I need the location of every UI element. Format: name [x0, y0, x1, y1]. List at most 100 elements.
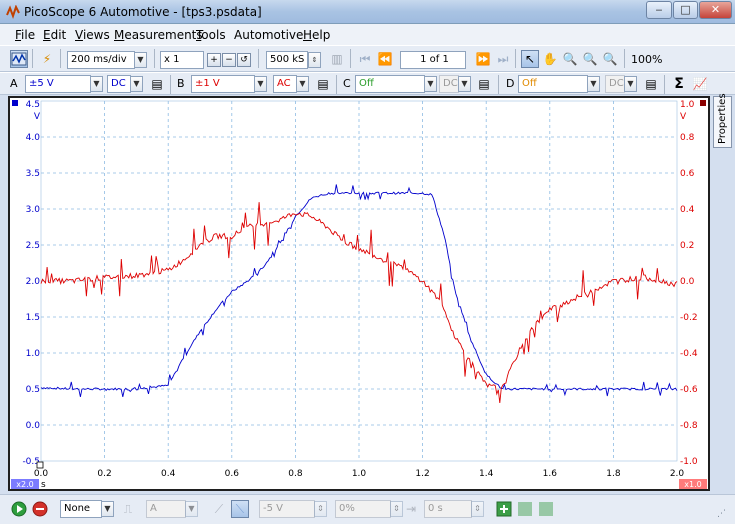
chevron-down-icon[interactable]: ▼	[130, 76, 143, 92]
first-buffer-icon[interactable]: ⏮	[356, 50, 374, 68]
menu-views[interactable]: Views	[75, 28, 110, 42]
left-axis-tick-label: 1.5	[26, 313, 40, 323]
chevron-down-icon[interactable]: ▼	[624, 76, 637, 92]
menu-tools[interactable]: Tools	[196, 28, 226, 42]
chevron-down-icon[interactable]: ▼	[134, 52, 147, 68]
zoom-minus-button[interactable]: −	[222, 53, 236, 67]
edit-measurement-icon[interactable]	[516, 500, 534, 518]
x-axis-tick-label: 1.4	[479, 469, 494, 479]
minimize-button[interactable]: ‒	[646, 1, 672, 19]
properties-tab[interactable]: Properties	[713, 93, 732, 148]
zoom-percent[interactable]: 100%	[631, 53, 662, 66]
zoom-out-icon[interactable]: 🔍	[601, 50, 619, 68]
delay-icon[interactable]: ⇥	[402, 500, 420, 518]
menu-file[interactable]: File	[15, 28, 35, 42]
delete-measurement-icon[interactable]	[537, 500, 555, 518]
channel-b-coupling[interactable]: AC	[273, 75, 297, 93]
resize-grip-icon[interactable]: ⋰	[717, 509, 726, 519]
right-axis-unit: V	[680, 112, 687, 122]
close-button[interactable]: ✕	[699, 1, 732, 19]
window-title: PicoScope 6 Automotive - [tps3.psdata]	[24, 5, 262, 19]
x-axis-tick-label: 0.0	[34, 469, 49, 479]
pointer-tool-icon[interactable]: ↖	[521, 50, 539, 68]
chevron-down-icon[interactable]: ▼	[458, 76, 471, 92]
title-bar: PicoScope 6 Automotive - [tps3.psdata] ‒…	[0, 0, 735, 24]
right-axis-tick-label: 0.0	[680, 277, 695, 287]
x-axis-tick-label: 0.8	[288, 469, 303, 479]
next-buffer-icon[interactable]: ⏩	[474, 50, 492, 68]
menu-measurements[interactable]: Measurements	[114, 28, 203, 42]
picoscope-logo-icon	[6, 5, 20, 19]
x-axis-tick-label: 1.2	[415, 469, 429, 479]
chevron-down-icon[interactable]: ▼	[254, 76, 267, 92]
math-channels-icon[interactable]: Σ	[670, 75, 688, 93]
channel-options-icon[interactable]: ▥	[328, 50, 346, 68]
chevron-down-icon[interactable]: ▼	[185, 501, 198, 517]
channel-a-coupling[interactable]: DC	[107, 75, 131, 93]
channel-b-range[interactable]: ±1 V	[191, 75, 255, 93]
x-axis-tick-label: 0.4	[161, 469, 176, 479]
trigger-mode-select[interactable]: None	[60, 500, 102, 518]
spinner-icon[interactable]: ⇕	[314, 501, 327, 517]
menu-automotive[interactable]: Automotive	[234, 28, 303, 42]
spinner-icon[interactable]: ⇕	[308, 52, 321, 68]
right-axis-tick-label: -0.2	[680, 313, 698, 323]
samples-field[interactable]: 500 kS	[266, 51, 308, 69]
channel-a-label: A	[10, 77, 18, 90]
delay-field[interactable]: 0 s	[424, 500, 472, 518]
channel-b-marker	[700, 100, 706, 106]
waveform-chart[interactable]: 4.5V4.03.53.02.52.01.51.00.50.0-0.5 1.0V…	[10, 98, 708, 489]
right-axis-tick-label: -1.0	[680, 457, 698, 467]
x-axis-tick-label: 1.8	[606, 469, 621, 479]
channel-c-options-icon[interactable]: ▤	[475, 75, 493, 93]
chevron-down-icon[interactable]: ▼	[424, 76, 437, 92]
trigger-threshold-field[interactable]: -5 V	[259, 500, 315, 518]
zoom-field[interactable]: x 1	[160, 51, 204, 69]
reference-waveform-icon[interactable]: 📈	[691, 75, 709, 93]
left-axis-tick-label: 3.5	[26, 169, 40, 179]
prev-buffer-icon[interactable]: ⏪	[376, 50, 394, 68]
x-axis-tick-label: 2.0	[670, 469, 685, 479]
spinner-icon[interactable]: ⇕	[471, 501, 484, 517]
last-buffer-icon[interactable]: ⏭	[494, 50, 512, 68]
channel-c-range[interactable]: Off	[355, 75, 425, 93]
stop-capture-icon[interactable]	[31, 500, 49, 518]
auto-setup-icon[interactable]: ⚡	[38, 50, 56, 68]
scope-mode-icon[interactable]	[10, 50, 28, 68]
left-axis-zoom-label: x2.0	[16, 480, 33, 489]
chevron-down-icon[interactable]: ▼	[296, 76, 309, 92]
chevron-down-icon[interactable]: ▼	[587, 76, 600, 92]
buffer-indicator[interactable]: 1 of 1	[400, 51, 466, 69]
channel-b-label: B	[177, 77, 185, 90]
channel-d-options-icon[interactable]: ▤	[642, 75, 660, 93]
channel-d-range[interactable]: Off	[518, 75, 588, 93]
zoom-plus-button[interactable]: +	[207, 53, 221, 67]
advanced-trigger-icon[interactable]: ⎍	[119, 500, 137, 518]
start-capture-icon[interactable]	[10, 500, 28, 518]
timebase-select[interactable]: 200 ms/div	[67, 51, 135, 69]
add-measurement-icon[interactable]	[495, 500, 513, 518]
menu-help[interactable]: Help	[303, 28, 330, 42]
zoom-region-icon[interactable]: 🔍	[561, 50, 579, 68]
zoom-reset-button[interactable]: ↺	[237, 53, 251, 67]
channel-b-options-icon[interactable]: ▤	[314, 75, 332, 93]
left-axis-tick-label: 2.0	[26, 277, 41, 287]
chevron-down-icon[interactable]: ▼	[101, 501, 114, 517]
channel-a-range[interactable]: ±5 V	[25, 75, 91, 93]
chevron-down-icon[interactable]: ▼	[90, 76, 103, 92]
channel-c-label: C	[343, 77, 351, 90]
left-axis-top-label: 4.5	[26, 100, 40, 110]
channel-a-options-icon[interactable]: ▤	[148, 75, 166, 93]
x-axis-tick-label: 0.6	[225, 469, 240, 479]
channel-c-coupling[interactable]: DC	[439, 75, 459, 93]
rising-edge-icon[interactable]: ⟋	[210, 500, 228, 518]
menu-edit[interactable]: Edit	[43, 28, 66, 42]
pretrigger-field[interactable]: 0%	[335, 500, 391, 518]
channel-d-coupling[interactable]: DC	[605, 75, 625, 93]
falling-edge-icon[interactable]: ⟍	[231, 500, 249, 518]
hand-tool-icon[interactable]: ✋	[541, 50, 559, 68]
scope-view[interactable]: 4.5 V 4.0 3.5 3.0 2.5 2.0 1.5 1.0 0.5 0.0 -0.5 1.0 V…	[8, 96, 710, 491]
zoom-in-icon[interactable]: 🔍	[581, 50, 599, 68]
maximize-button[interactable]: □	[673, 1, 698, 19]
trigger-channel-select[interactable]: A	[146, 500, 186, 518]
